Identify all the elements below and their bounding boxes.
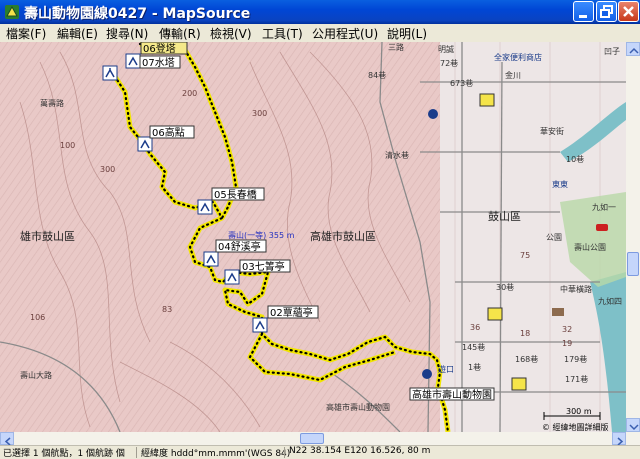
menu-transfer[interactable]: 傳輸(R) — [159, 25, 201, 42]
street-label: 10巷 — [566, 155, 584, 164]
scroll-left-button[interactable] — [0, 432, 14, 446]
waypoint-06b-label: 06高點 — [152, 126, 185, 139]
scale-label: 300 m — [566, 407, 592, 416]
status-divider — [284, 447, 285, 458]
street-label: 673巷 — [450, 79, 473, 88]
elevation-label: 32 — [562, 325, 572, 334]
map-view: 06登塔 07水塔 06高點 05長春橋 04舒溪亭 03七箐亭 02覃蘊亭 高… — [0, 42, 626, 432]
park-label: 壽山公園 — [574, 242, 606, 252]
menu-search[interactable]: 搜尋(N) — [106, 25, 148, 42]
street-label: 中華橫路 — [560, 284, 592, 294]
street-label: 171巷 — [565, 375, 588, 384]
menu-view[interactable]: 檢視(V) — [210, 25, 252, 42]
street-label: 九如四 — [598, 296, 622, 306]
cursor-position: N22 38.154 E120 16.526, 80 m — [289, 446, 431, 456]
waypoint-06-label: 06登塔 — [143, 42, 176, 55]
street-label: 金川 — [505, 70, 521, 80]
coordinate-format: 經緯度 hddd°mm.mmm'(WGS 84) — [141, 449, 291, 459]
elevation-label: 200 — [182, 89, 197, 98]
zoo-label: 高雄市壽山動物園 — [412, 388, 492, 401]
copyright-label: © 經緯地圖詳細版 — [542, 422, 609, 432]
district-label-right: 鼓山區 — [488, 209, 521, 223]
waypoint-05-label: 05長春橋 — [214, 188, 257, 201]
elevation-label: 19 — [562, 339, 572, 348]
street-label: 萬壽路 — [40, 98, 64, 108]
elevation-label: 100 — [60, 141, 75, 150]
street-label: 壽山大路 — [20, 370, 52, 380]
status-bar: 已選擇 1 個航點，1 個航跡 個 經緯度 hddd°mm.mmm'(WGS 8… — [0, 445, 640, 459]
street-label: 凹子 — [604, 47, 620, 56]
elevation-label: 83 — [162, 305, 172, 314]
waypoint-03-label: 03七箐亭 — [242, 260, 285, 273]
menu-utilities[interactable]: 公用程式(U) — [312, 25, 378, 42]
zoo-small-label: 高雄市壽山動物園 — [326, 402, 390, 412]
close-icon — [623, 6, 634, 17]
street-label: 145巷 — [462, 343, 485, 352]
menu-edit[interactable]: 編輯(E) — [57, 25, 98, 42]
minimize-button[interactable] — [573, 1, 594, 22]
map-canvas[interactable]: 06登塔 07水塔 06高點 05長春橋 04舒溪亭 03七箐亭 02覃蘊亭 高… — [0, 42, 626, 432]
street-label: 72巷 — [440, 59, 458, 68]
menu-file[interactable]: 檔案(F) — [6, 25, 46, 42]
horizontal-scrollbar[interactable] — [0, 432, 640, 446]
street-label: 179巷 — [564, 355, 587, 364]
close-button[interactable] — [618, 1, 639, 22]
convenience-store-label: 全家便利商店 — [494, 52, 542, 62]
car-icon — [596, 224, 608, 231]
elevation-label: 106 — [30, 313, 45, 322]
street-label: 九如一 — [592, 202, 616, 212]
street-label: 華安街 — [540, 126, 564, 136]
gate-label: 東東 — [552, 179, 568, 189]
title-bar: 壽山動物園線0427 - MapSource — [0, 0, 640, 24]
street-label: 三路 — [388, 42, 404, 52]
vertical-scrollbar[interactable] — [626, 42, 640, 432]
street-label: 公園 — [546, 233, 562, 242]
mapsource-window: 壽山動物園線0427 - MapSource 檔案(F) 編輯(E) 搜尋(N)… — [0, 0, 640, 459]
waypoint-07-label: 07水塔 — [142, 56, 175, 69]
shop-icon — [511, 377, 527, 391]
street-label: 清水巷 — [385, 150, 409, 160]
shop-icon — [479, 93, 495, 107]
street-label: 1巷 — [468, 363, 481, 372]
elevation-label: 75 — [520, 251, 530, 260]
entrance-icon — [422, 369, 432, 379]
street-label: 明誠 — [438, 44, 454, 54]
elevation-label: 36 — [470, 323, 480, 332]
scroll-up-button[interactable] — [626, 42, 640, 56]
street-label: 84巷 — [368, 71, 386, 80]
vertical-scroll-thumb[interactable] — [627, 252, 639, 276]
shop-icon — [487, 307, 503, 321]
street-label: 30巷 — [496, 283, 514, 292]
scroll-right-button[interactable] — [612, 432, 626, 446]
menu-help[interactable]: 說明(L) — [387, 25, 427, 42]
district-label-center: 高雄市鼓山區 — [310, 229, 376, 243]
district-label-left: 雄市鼓山區 — [20, 229, 75, 243]
waypoint-04-label: 04舒溪亭 — [218, 240, 261, 253]
elevation-label: 18 — [520, 329, 530, 338]
waypoint-02-label: 02覃蘊亭 — [270, 306, 313, 319]
street-label: 168巷 — [515, 355, 538, 364]
maximize-button[interactable] — [596, 1, 617, 22]
selection-status: 已選擇 1 個航點，1 個航跡 個 — [3, 449, 125, 459]
elevation-label: 300 — [100, 165, 115, 174]
gas-station-icon — [428, 109, 438, 119]
up-arrow-icon — [629, 47, 639, 54]
shoushan-label: 壽山(一等) 355 m — [228, 230, 295, 240]
restore-icon — [600, 5, 613, 18]
minimize-icon — [579, 15, 587, 18]
app-icon — [5, 5, 19, 19]
elevation-label: 300 — [252, 109, 267, 118]
status-divider — [136, 447, 137, 458]
scroll-down-button[interactable] — [626, 418, 640, 432]
menu-tools[interactable]: 工具(T) — [262, 25, 303, 42]
building-icon — [552, 308, 564, 316]
horizontal-scroll-thumb[interactable] — [300, 433, 324, 444]
window-title: 壽山動物園線0427 - MapSource — [24, 6, 251, 22]
menu-bar: 檔案(F) 編輯(E) 搜尋(N) 傳輸(R) 檢視(V) 工具(T) 公用程式… — [0, 24, 640, 42]
entrance-label: 遊口 — [438, 364, 454, 374]
